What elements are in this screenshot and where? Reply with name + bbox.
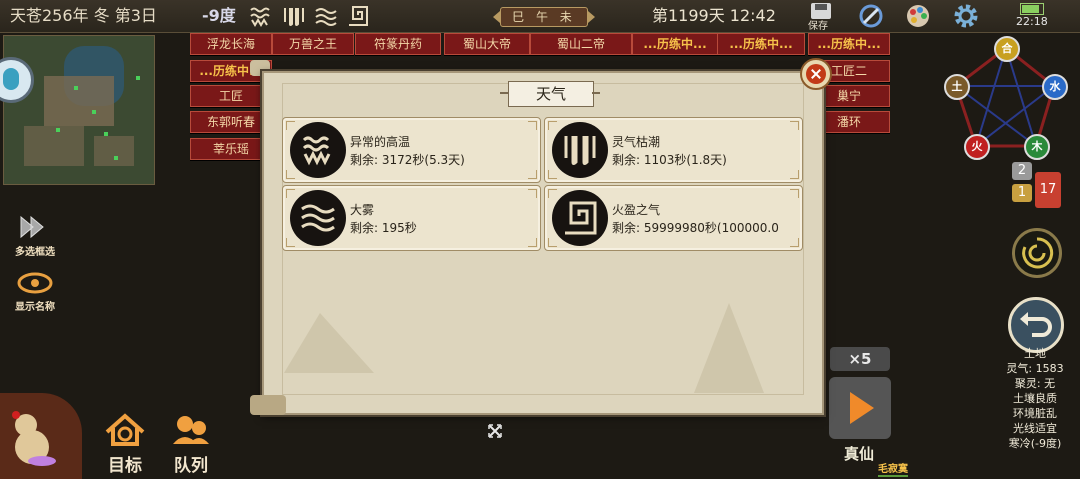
weather-card[interactable]: 火盈之气剩余: 59999980秒(100000.0 [544,185,803,251]
fire-qi-icon[interactable] [346,4,370,28]
heat-wave-icon [302,136,331,166]
save-label[interactable]: 保存 [808,17,828,32]
element-fire[interactable]: 火 [964,134,990,160]
tile-info-line: 土地 [1024,347,1046,360]
npc-name-tag[interactable]: 莘乐瑶 [190,138,272,160]
badge-red[interactable]: 17 [1035,172,1061,208]
team-button[interactable]: 队列 [166,412,216,476]
system-clock: 22:18 [1016,15,1048,28]
tile-info-line: 环境脏乱 [1013,407,1057,420]
realm-label: 真仙 [844,445,875,463]
gourd-icon [12,411,56,466]
weather-icon-badge [290,122,346,178]
gourd-button[interactable] [0,393,82,479]
multi-select-button[interactable]: 多选框选 [12,213,58,258]
era-banner: 巳 午 未 [493,7,595,27]
show-names-button[interactable]: 显示名称 [12,268,58,313]
npc-name-tag[interactable]: 蜀山二帝 [530,33,632,55]
heat-wave-icon[interactable] [248,4,272,28]
weather-icon-badge [552,190,608,246]
element-wood[interactable]: 木 [1024,134,1050,160]
undo-arrow-icon [1020,312,1052,337]
element-top[interactable]: 合 [994,36,1020,62]
weather-card[interactable]: 大雾剩余: 195秒 [282,185,541,251]
taiji-button[interactable] [1012,228,1062,278]
element-earth[interactable]: 土 [944,74,970,100]
badge-gold[interactable]: 1 [1012,184,1032,202]
multi-select-icon [20,215,44,239]
day-time: 第1199天 12:42 [652,6,776,25]
weather-card[interactable]: 异常的高温剩余: 3172秒(5.3天) [282,117,541,183]
close-button[interactable] [800,58,832,90]
fog-icon [301,204,335,232]
target-label: 目标 [108,456,142,476]
top-bar: 天苍256年 冬 第3日 -9度 巳 午 未 第1199天 12:42 保存 2… [0,0,1080,33]
tile-info-line: 光线适宜 [1013,422,1057,435]
play-button[interactable] [829,377,891,439]
npc-name-tag[interactable]: 万兽之王 [272,33,354,55]
minimap[interactable] [3,35,155,185]
spirit-ebb-icon[interactable] [282,4,306,28]
target-button[interactable]: 目标 [100,412,150,476]
taiji-icon [1022,237,1054,269]
badge-gray[interactable]: 2 [1012,162,1032,180]
team-label: 队列 [174,456,208,476]
fog-icon[interactable] [314,4,338,28]
weather-remaining: 剩余: 195秒 [350,221,417,235]
npc-name-tag[interactable]: 浮龙长海 [190,33,272,55]
tile-info-line: 土壤良质 [1013,392,1057,405]
target-icon [105,413,145,446]
tile-info-line: 聚灵: 无 [1014,377,1056,390]
weather-remaining: 剩余: 3172秒(5.3天) [350,153,465,167]
npc-name-tag[interactable]: ...历练中... [717,33,805,55]
npc-name-tag[interactable]: 东郭听春 [190,111,272,133]
weather-name: 灵气枯潮 [612,135,661,149]
close-icon [806,64,826,84]
back-button[interactable] [1008,297,1064,353]
weather-name: 大雾 [350,203,375,217]
tile-info-line: 寒冷(-9度) [1008,437,1062,450]
scroll-end-bottom [250,395,286,415]
weather-icon-badge [290,190,346,246]
weather-remaining: 剩余: 1103秒(1.8天) [612,153,727,167]
weather-name: 火盈之气 [612,203,661,217]
compass-icon[interactable] [858,3,884,29]
move-icon[interactable] [488,424,502,438]
npc-name-tag[interactable]: ...历练中... [632,33,718,55]
team-icon [173,416,209,444]
npc-name-tag[interactable]: 工匠 [190,85,272,107]
npc-name-tag[interactable]: ...历练中... [808,33,890,55]
tile-info-panel: 土地灵气: 1583 聚灵: 无土壤良质环境脏乱光线适宜寒冷(-9度) [990,346,1080,451]
palette-icon[interactable] [905,3,931,29]
weather-name: 异常的高温 [350,135,411,149]
weather-card[interactable]: 灵气枯潮剩余: 1103秒(1.8天) [544,117,803,183]
eye-icon [17,272,53,294]
spirit-ebb-icon [564,136,596,165]
game-date: 天苍256年 冬 第3日 [10,6,157,25]
dialog-title: 天气 [508,81,594,107]
fire-qi-icon [565,201,597,235]
multi-select-label: 多选框选 [15,247,55,258]
dialog-title-plate: 天气 [500,81,600,107]
show-names-label: 显示名称 [15,302,55,313]
speed-multiplier[interactable]: ×5 [830,347,890,371]
element-water[interactable]: 水 [1042,74,1068,100]
weather-icon-badge [552,122,608,178]
weather-remaining: 剩余: 59999980秒(100000.0 [612,221,779,235]
five-elements-wheel[interactable]: 合 土 水 火 木 [938,36,1078,160]
temperature: -9度 [202,6,236,25]
weather-dialog: 异常的高温 剩余: 3172秒(5.3天) 灵气枯潮 剩余: 1103秒(1.8天) 大… [262,71,824,415]
gear-icon[interactable] [953,3,979,29]
selected-target-name[interactable]: 毛寂寞 [878,460,908,477]
npc-name-tag[interactable]: 蜀山大帝 [444,33,530,55]
play-icon [850,392,874,424]
tile-info-line: 灵气: 1583 [1006,362,1064,375]
npc-name-tag[interactable]: 符篆丹药 [355,33,441,55]
